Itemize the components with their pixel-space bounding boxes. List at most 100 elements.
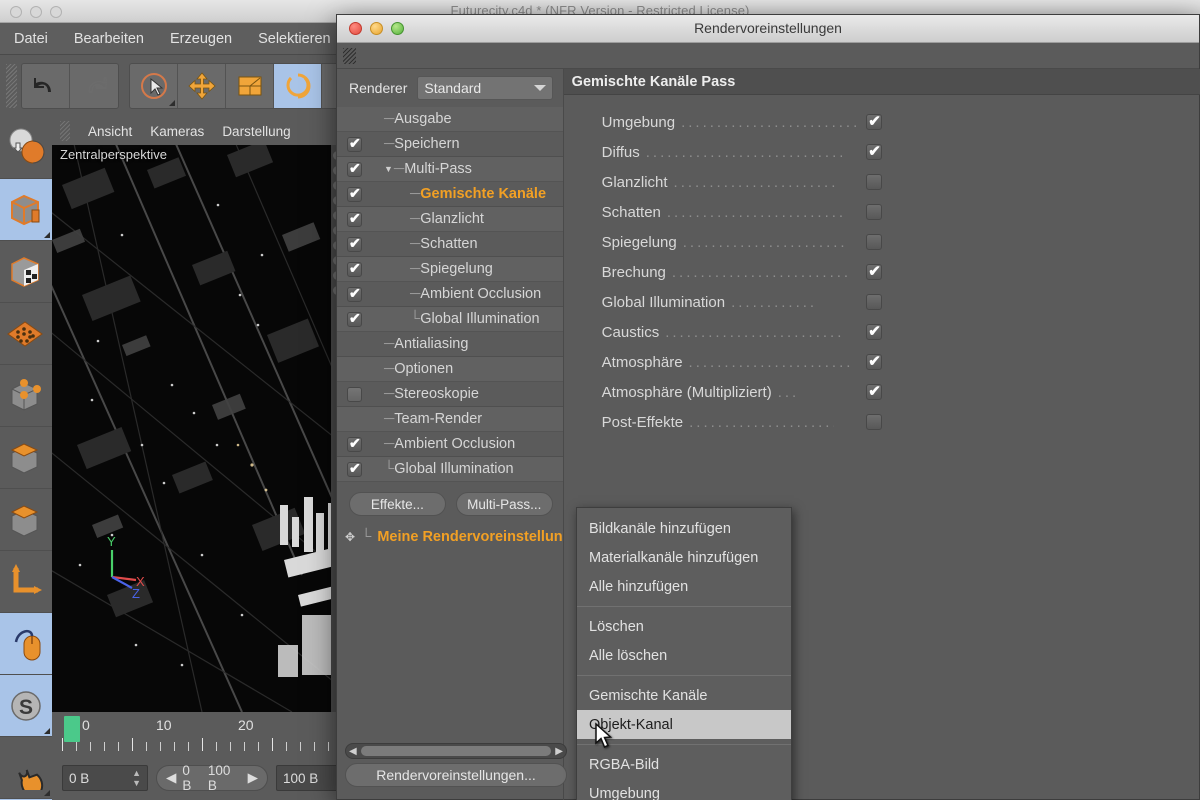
- tree-row-checkbox[interactable]: [347, 285, 362, 302]
- scale-tool-button[interactable]: [226, 64, 274, 108]
- menu-item-bearbeiten[interactable]: Bearbeiten: [74, 31, 144, 47]
- channel-row[interactable]: Caustics..........................: [564, 317, 1200, 347]
- viewport-grip[interactable]: [60, 121, 70, 141]
- channel-row[interactable]: Diffus............................: [564, 137, 1200, 167]
- add-cube-object-icon[interactable]: [0, 179, 52, 241]
- tree-row[interactable]: ▼─Multi-Pass: [337, 157, 563, 182]
- channel-checkbox[interactable]: [866, 234, 883, 250]
- magnet-icon[interactable]: [0, 737, 52, 799]
- channel-row[interactable]: Atmosphäre.......................: [564, 347, 1200, 377]
- channel-checkbox[interactable]: [866, 112, 883, 130]
- settings-tree[interactable]: ─Ausgabe─Speichern▼─Multi-Pass─Gemischte…: [337, 107, 563, 482]
- menu-item-erzeugen[interactable]: Erzeugen: [170, 31, 232, 47]
- render-view-icon[interactable]: [0, 117, 52, 179]
- magnet-expand-indicator[interactable]: [44, 790, 50, 796]
- channel-checkbox[interactable]: [866, 382, 883, 400]
- context-menu-item[interactable]: Gemischte Kanäle: [577, 681, 791, 710]
- tree-row-checkbox[interactable]: [347, 310, 362, 327]
- context-menu-item[interactable]: RGBA-Bild: [577, 750, 791, 779]
- horizontal-scrollbar[interactable]: ◀ ▶: [345, 743, 567, 759]
- tree-row-checkbox[interactable]: [347, 260, 362, 277]
- frame-range-field[interactable]: ◀ 0 B 100 B ▶: [156, 763, 268, 793]
- tree-row[interactable]: ─ Stereoskopie: [337, 382, 563, 407]
- scroll-right-arrow[interactable]: ▶: [555, 746, 563, 757]
- context-menu-item[interactable]: Bildkanäle hinzufügen: [577, 514, 791, 543]
- channel-checkbox[interactable]: [866, 294, 883, 310]
- tree-row[interactable]: ─Schatten: [337, 232, 563, 257]
- timeline-ruler[interactable]: 0 10 20: [52, 712, 344, 754]
- channel-row[interactable]: Umgebung..........................: [564, 107, 1200, 137]
- twisty-icon[interactable]: ▼: [384, 164, 393, 174]
- range-prev-icon[interactable]: ◀: [166, 770, 176, 786]
- snap-expand-indicator[interactable]: [44, 728, 50, 734]
- current-frame-field[interactable]: 0 B ▲ ▼: [62, 765, 148, 791]
- cube-expand-indicator[interactable]: [44, 232, 50, 238]
- redo-button[interactable]: [70, 64, 118, 108]
- renderer-dropdown[interactable]: Standard: [417, 76, 553, 100]
- tree-row[interactable]: ─Gemischte Kanäle: [337, 182, 563, 207]
- channel-checkbox[interactable]: [866, 414, 883, 430]
- tree-row[interactable]: ─Ambient Occlusion: [337, 282, 563, 307]
- scroll-left-arrow[interactable]: ◀: [349, 746, 357, 757]
- tree-row[interactable]: ─Ambient Occlusion: [337, 432, 563, 457]
- channel-row[interactable]: Glanzlicht.......................: [564, 167, 1200, 197]
- tree-row[interactable]: ─ Team-Render: [337, 407, 563, 432]
- tree-row-checkbox[interactable]: [347, 210, 362, 227]
- select-tool-button[interactable]: [130, 64, 178, 108]
- mouse-mode-icon[interactable]: [0, 613, 52, 675]
- tree-row[interactable]: ─ Ausgabe: [337, 107, 563, 132]
- viewport-menu-kameras[interactable]: Kameras: [150, 124, 204, 139]
- tree-row-checkbox[interactable]: [347, 185, 362, 202]
- tree-row-checkbox[interactable]: [347, 235, 362, 252]
- add-array-icon[interactable]: [0, 303, 52, 365]
- range-next-icon[interactable]: ▶: [248, 770, 258, 786]
- channel-row[interactable]: Atmosphäre (Multipliziert)...: [564, 377, 1200, 407]
- menu-item-datei[interactable]: Datei: [14, 31, 48, 47]
- multipass-button[interactable]: Multi-Pass...: [455, 492, 553, 516]
- context-menu-item[interactable]: Löschen: [577, 612, 791, 641]
- viewport-menu-darstellung[interactable]: Darstellung: [222, 124, 290, 139]
- snap-mode-icon[interactable]: S: [0, 675, 52, 737]
- channel-row[interactable]: Post-Effekte.....................: [564, 407, 1200, 437]
- scrollbar-thumb[interactable]: [360, 746, 552, 756]
- chevron-down-icon[interactable]: [533, 85, 546, 91]
- viewport-menu-ansicht[interactable]: Ansicht: [88, 124, 132, 139]
- tree-row-checkbox[interactable]: [347, 435, 362, 452]
- add-spline-icon[interactable]: [0, 241, 52, 303]
- stepper-icon[interactable]: ▲ ▼: [132, 768, 141, 788]
- add-deformer-icon[interactable]: [0, 427, 52, 489]
- tree-row-checkbox[interactable]: [347, 160, 362, 177]
- channel-checkbox[interactable]: [866, 204, 883, 220]
- channel-checkbox[interactable]: [866, 352, 883, 370]
- viewport-3d-render[interactable]: Y X Z: [52, 145, 344, 712]
- menu-item-selektieren[interactable]: Selektieren: [258, 31, 331, 47]
- toolbar-grip[interactable]: [6, 64, 17, 108]
- add-scene-icon[interactable]: [0, 489, 52, 551]
- channel-row[interactable]: Brechung..........................: [564, 257, 1200, 287]
- context-menu-item[interactable]: Alle hinzufügen: [577, 572, 791, 601]
- axis-mode-icon[interactable]: [0, 551, 52, 613]
- channel-checkbox[interactable]: [866, 142, 883, 160]
- preset-row[interactable]: ✥ └ Meine Rendervoreinstellun: [337, 522, 563, 548]
- dialog-grip[interactable]: [343, 47, 356, 64]
- tree-row-checkbox[interactable]: [347, 460, 362, 477]
- tree-row[interactable]: ─ Antialiasing: [337, 332, 563, 357]
- channel-checkbox[interactable]: [866, 322, 883, 340]
- add-nurbs-icon[interactable]: [0, 365, 52, 427]
- undo-button[interactable]: [22, 64, 70, 108]
- dialog-title-bar[interactable]: Rendervoreinstellungen: [337, 15, 1199, 43]
- tree-row[interactable]: ─Spiegelung: [337, 257, 563, 282]
- viewport-panel[interactable]: Y X Z Ansicht Kameras Darstellung Zentra…: [52, 117, 344, 712]
- tree-row[interactable]: └Global Illumination: [337, 307, 563, 332]
- effects-button[interactable]: Effekte...: [349, 492, 446, 516]
- tree-row-checkbox[interactable]: [347, 386, 362, 402]
- context-menu-item[interactable]: Materialkanäle hinzufügen: [577, 543, 791, 572]
- context-menu-item[interactable]: Umgebung: [577, 779, 791, 800]
- context-menu-item[interactable]: Alle löschen: [577, 641, 791, 670]
- channel-row[interactable]: Schatten..........................: [564, 197, 1200, 227]
- channel-row[interactable]: Spiegelung.......................: [564, 227, 1200, 257]
- select-tool-expand-indicator[interactable]: [169, 100, 175, 106]
- channel-checkbox[interactable]: [866, 262, 883, 280]
- render-settings-button[interactable]: Rendervoreinstellungen...: [345, 763, 567, 787]
- move-tool-button[interactable]: [178, 64, 226, 108]
